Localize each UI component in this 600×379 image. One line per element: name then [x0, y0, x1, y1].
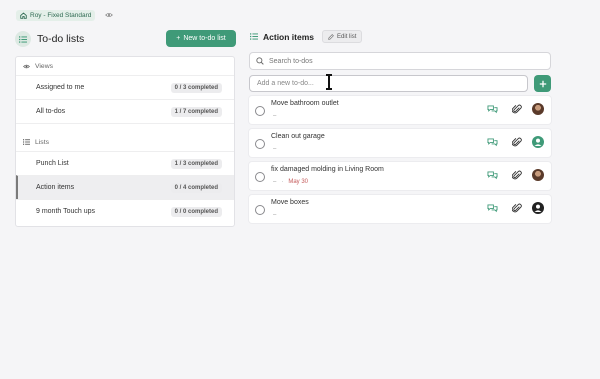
new-todo-list-label: New to-do list [183, 35, 226, 42]
meta-separator: · [281, 179, 284, 185]
lists-label: Lists [35, 138, 49, 146]
comments-icon[interactable] [487, 203, 498, 214]
home-icon [20, 11, 27, 19]
text-cursor-icon [326, 74, 332, 90]
eye-icon[interactable] [105, 12, 114, 18]
todo-meta-dash: – [273, 113, 277, 119]
edit-list-button[interactable]: Edit list [322, 30, 363, 43]
assignee-avatar[interactable] [532, 202, 544, 214]
attachment-icon[interactable] [511, 104, 522, 115]
attachment-icon[interactable] [511, 137, 522, 148]
plus-icon: + [176, 35, 181, 42]
list-label: Punch List [36, 160, 69, 167]
views-label: Views [35, 62, 54, 70]
todo-title: Clean out garage [271, 133, 325, 140]
list-item-9-month-touch-ups[interactable]: 9 month Touch ups 0 / 0 completed [16, 199, 234, 223]
completion-count: 1 / 7 completed [170, 106, 222, 117]
section-divider [16, 123, 234, 133]
project-name: Roy - Fixed Standard [30, 11, 92, 19]
search-input[interactable]: Search to-dos [249, 52, 551, 70]
list-label: 9 month Touch ups [36, 208, 96, 215]
complete-checkbox[interactable] [255, 172, 265, 182]
page-title: To-do lists [37, 33, 85, 45]
completion-count: 0 / 4 completed [170, 182, 222, 193]
todo-item[interactable]: Move boxes – [249, 195, 551, 223]
todo-meta: – · May 30 [273, 179, 308, 185]
todo-meta: – [273, 113, 276, 119]
view-item-assigned-to-me[interactable]: Assigned to me 0 / 3 completed [16, 75, 234, 99]
completion-count: 0 / 0 completed [170, 206, 222, 217]
todo-title: Move bathroom outlet [271, 100, 339, 107]
list-icon [23, 139, 30, 145]
todo-item[interactable]: Move bathroom outlet – [249, 96, 551, 124]
due-date: May 30 [288, 179, 309, 185]
list-label: Action items [36, 184, 75, 191]
todo-meta-dash: – [273, 212, 277, 218]
search-icon [256, 57, 264, 65]
pencil-icon [328, 33, 334, 40]
comments-icon[interactable] [487, 137, 498, 148]
todo-meta-dash: – [273, 146, 277, 152]
list-item-action-items[interactable]: Action items 0 / 4 completed [16, 175, 234, 199]
new-todo-input[interactable]: Add a new to-do... [249, 75, 528, 92]
complete-checkbox[interactable] [255, 106, 265, 116]
search-placeholder: Search to-dos [269, 57, 313, 65]
attachment-icon[interactable] [511, 170, 522, 181]
edit-list-label: Edit list [337, 33, 357, 40]
view-label: All to-dos [36, 108, 66, 115]
view-item-all-todos[interactable]: All to-dos 1 / 7 completed [16, 99, 234, 123]
attachment-icon[interactable] [511, 203, 522, 214]
project-chip[interactable]: Roy - Fixed Standard [16, 9, 96, 21]
todo-meta: – [273, 212, 276, 218]
view-label: Assigned to me [36, 84, 85, 91]
complete-checkbox[interactable] [255, 205, 265, 215]
list-header: Action items Edit list [250, 30, 363, 43]
assignee-avatar[interactable] [532, 103, 544, 115]
completion-count: 0 / 3 completed [170, 82, 222, 93]
lists-panel: Views Assigned to me 0 / 3 completed All… [15, 56, 235, 227]
add-todo-button[interactable] [534, 75, 551, 92]
todo-title: Move boxes [271, 199, 309, 206]
todo-lists-header: To-do lists + New to-do list [15, 30, 236, 48]
comments-icon[interactable] [487, 170, 498, 181]
eye-icon [23, 64, 30, 68]
views-section-label: Views [16, 57, 234, 75]
new-todo-list-button[interactable]: + New to-do list [166, 30, 236, 47]
plus-icon [539, 80, 546, 87]
todo-meta-dash: – [273, 179, 277, 185]
assignee-avatar[interactable] [532, 136, 544, 148]
completion-count: 1 / 3 completed [170, 158, 222, 169]
todo-meta: – [273, 146, 276, 152]
list-title: Action items [263, 31, 315, 42]
todo-title: fix damaged molding in Living Room [271, 166, 384, 173]
todo-item[interactable]: fix damaged molding in Living Room – · M… [249, 162, 551, 190]
todo-item[interactable]: Clean out garage – [249, 129, 551, 157]
comments-icon[interactable] [487, 104, 498, 115]
list-icon [250, 33, 258, 40]
breadcrumb: Roy - Fixed Standard [16, 9, 114, 21]
complete-checkbox[interactable] [255, 139, 265, 149]
new-todo-placeholder: Add a new to-do... [257, 80, 314, 87]
list-icon [15, 31, 31, 47]
assignee-avatar[interactable] [532, 169, 544, 181]
list-item-punch-list[interactable]: Punch List 1 / 3 completed [16, 151, 234, 175]
lists-section-label: Lists [16, 133, 234, 151]
